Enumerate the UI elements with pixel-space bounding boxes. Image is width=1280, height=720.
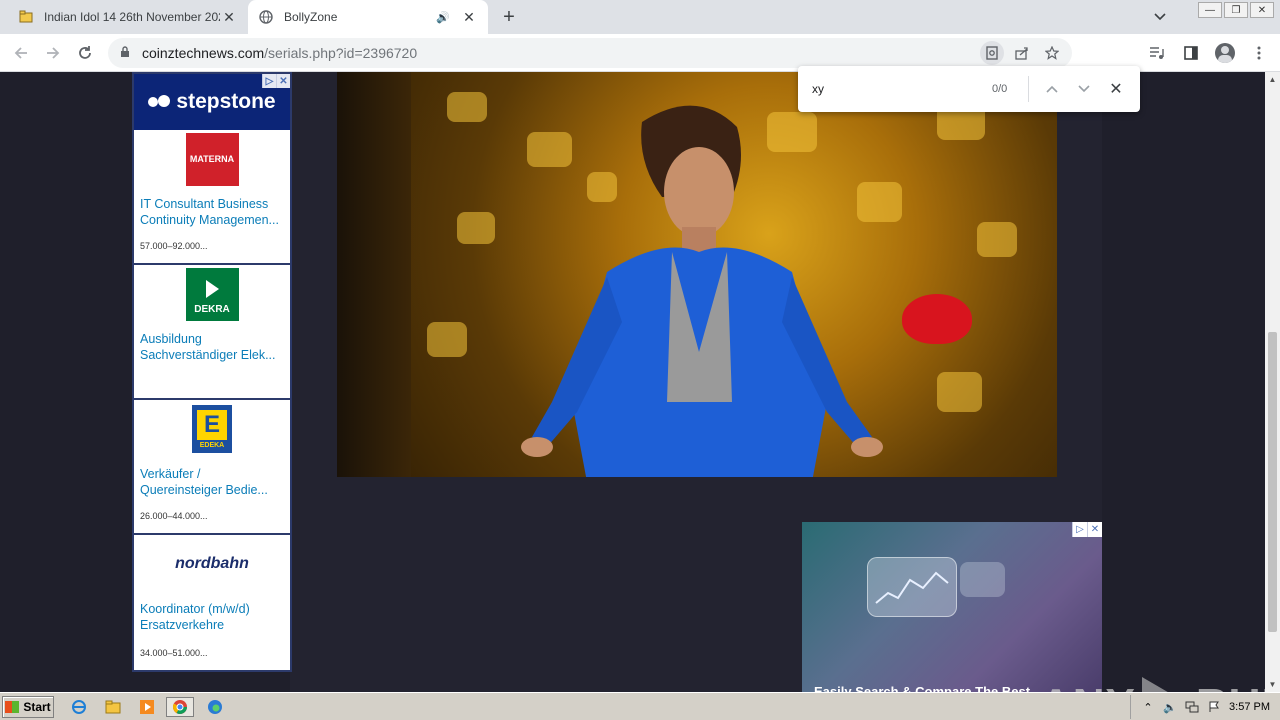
- anyrun-watermark: ANY RUN: [1040, 677, 1265, 692]
- ad-headline[interactable]: Easily Search & Compare The Best: [814, 684, 1030, 692]
- windows-taskbar: Start ⌃ 🔈 3:57 PM: [0, 692, 1280, 720]
- job-listing[interactable]: DEKRA Ausbildung Sachverständiger Elek..…: [134, 265, 290, 400]
- url-host: coinztechnews.com: [142, 45, 265, 61]
- audio-playing-icon[interactable]: 🔊: [436, 11, 452, 24]
- start-label: Start: [23, 700, 51, 714]
- page-favicon-icon: [18, 9, 34, 25]
- scroll-down-arrow-icon[interactable]: ▼: [1265, 677, 1280, 692]
- ad-panel-graphic: [960, 562, 1005, 597]
- job-title[interactable]: Ausbildung Sachverständiger Elek...: [140, 331, 284, 363]
- windows-flag-icon: [5, 701, 20, 713]
- tab-close-icon[interactable]: ✕: [220, 8, 238, 26]
- edeka-logo: E EDEKA: [192, 405, 232, 453]
- job-title[interactable]: Koordinator (m/w/d) Ersatzverkehre: [140, 601, 284, 633]
- share-icon[interactable]: [1010, 41, 1034, 65]
- find-in-page-bar: xy 0/0 ✕: [798, 66, 1140, 112]
- zoom-find-icon[interactable]: [980, 41, 1004, 65]
- job-salary: 26.000–44.000...: [140, 511, 208, 521]
- close-window-button[interactable]: ✕: [1250, 2, 1274, 18]
- lips-prop: [902, 294, 972, 344]
- job-listing[interactable]: E EDEKA Verkäufer / Quereinsteiger Bedie.…: [134, 400, 290, 535]
- job-listing[interactable]: nordbahn Koordinator (m/w/d) Ersatzverke…: [134, 535, 290, 670]
- minimize-button[interactable]: —: [1198, 2, 1222, 18]
- url-path: /serials.php?id=2396720: [264, 45, 418, 61]
- tab-close-icon[interactable]: ✕: [460, 8, 478, 26]
- edge-icon[interactable]: [204, 697, 226, 717]
- job-salary: 34.000–51.000...: [140, 648, 208, 658]
- trading-ad-banner[interactable]: ▷ ✕ Easily Search & Compare The Best: [802, 522, 1102, 692]
- play-logo-icon: [1141, 677, 1190, 692]
- address-bar[interactable]: coinztechnews.com/serials.php?id=2396720: [108, 38, 1072, 68]
- clock[interactable]: 3:57 PM: [1229, 701, 1270, 713]
- ad-choices: ▷ ✕: [1072, 522, 1102, 537]
- stepstone-brand: stepstone: [176, 90, 276, 113]
- forward-arrow-icon[interactable]: [40, 40, 66, 66]
- media-player-icon[interactable]: [136, 697, 158, 717]
- reload-icon[interactable]: [72, 40, 98, 66]
- page-content: stepstone ▷ ✕ MATERNA IT Consultant Busi…: [0, 72, 1265, 692]
- scroll-up-arrow-icon[interactable]: ▲: [1265, 72, 1280, 87]
- job-salary: 57.000–92.000...: [140, 241, 208, 251]
- tab-indian-idol[interactable]: Indian Idol 14 26th November 2023 ✕: [8, 0, 248, 34]
- bookmark-star-icon[interactable]: [1040, 41, 1064, 65]
- stepstone-logo-icon: [148, 95, 171, 109]
- video-player[interactable]: [337, 72, 1057, 477]
- volume-icon[interactable]: 🔈: [1163, 700, 1177, 714]
- back-arrow-icon[interactable]: [8, 40, 34, 66]
- omnibox-actions: [980, 41, 1064, 65]
- ad-choices: ▷ ✕: [262, 74, 290, 88]
- profile-avatar-icon[interactable]: [1212, 40, 1238, 66]
- side-panel-icon[interactable]: [1178, 40, 1204, 66]
- ad-info-icon[interactable]: ▷: [262, 74, 276, 88]
- window-controls: — ❐ ✕: [1198, 2, 1274, 18]
- find-divider: [1028, 76, 1029, 102]
- find-match-count: 0/0: [992, 83, 1008, 95]
- find-previous-chevron-up-icon[interactable]: [1039, 76, 1065, 102]
- watermark-right: RUN: [1196, 680, 1265, 692]
- find-close-icon[interactable]: ✕: [1103, 76, 1129, 102]
- chrome-icon[interactable]: [166, 697, 194, 717]
- globe-icon: [258, 9, 274, 25]
- more-menu-icon[interactable]: [1246, 40, 1272, 66]
- network-icon[interactable]: [1185, 700, 1199, 714]
- stepstone-logo[interactable]: stepstone ▷ ✕: [134, 74, 290, 130]
- scroll-thumb[interactable]: [1268, 332, 1277, 632]
- action-center-flag-icon[interactable]: [1207, 700, 1221, 714]
- ad-info-icon[interactable]: ▷: [1072, 522, 1087, 537]
- media-control-icon[interactable]: [1144, 40, 1170, 66]
- new-tab-button[interactable]: +: [498, 6, 520, 28]
- tab-strip: Indian Idol 14 26th November 2023 ✕ Boll…: [0, 0, 1280, 34]
- internet-explorer-icon[interactable]: [68, 697, 90, 717]
- system-tray: ⌃ 🔈 3:57 PM: [1130, 695, 1280, 719]
- start-button[interactable]: Start: [2, 696, 54, 718]
- job-title[interactable]: Verkäufer / Quereinsteiger Bedie...: [140, 466, 284, 498]
- dekra-logo: DEKRA: [185, 267, 239, 321]
- nordbahn-logo: nordbahn: [175, 555, 249, 572]
- restore-button[interactable]: ❐: [1224, 2, 1248, 18]
- job-title[interactable]: IT Consultant Business Continuity Manage…: [140, 196, 284, 228]
- ad-close-icon[interactable]: ✕: [1087, 522, 1102, 537]
- left-ad-banner[interactable]: stepstone ▷ ✕ MATERNA IT Consultant Busi…: [132, 72, 292, 672]
- toolbar-right-actions: [1144, 40, 1272, 66]
- tab-title: Indian Idol 14 26th November 2023: [44, 10, 220, 24]
- tab-title: BollyZone: [284, 10, 338, 24]
- show-hidden-icons-icon[interactable]: ⌃: [1141, 700, 1155, 714]
- page-scrollbar[interactable]: ▲ ▼: [1265, 72, 1280, 692]
- tab-bollyzone[interactable]: BollyZone 🔊 ✕: [248, 0, 488, 34]
- ad-close-icon[interactable]: ✕: [276, 74, 290, 88]
- file-explorer-icon[interactable]: [102, 697, 124, 717]
- job-listing[interactable]: MATERNA IT Consultant Business Continuit…: [134, 130, 290, 265]
- watermark-left: ANY: [1040, 680, 1136, 692]
- find-input[interactable]: xy: [812, 82, 982, 96]
- lock-icon[interactable]: [120, 45, 134, 61]
- ad-chart-graphic: [867, 557, 957, 617]
- host-figure: [521, 105, 883, 477]
- tab-search-chevron-icon[interactable]: [1150, 8, 1170, 26]
- materna-logo: MATERNA: [185, 132, 239, 186]
- find-next-chevron-down-icon[interactable]: [1071, 76, 1097, 102]
